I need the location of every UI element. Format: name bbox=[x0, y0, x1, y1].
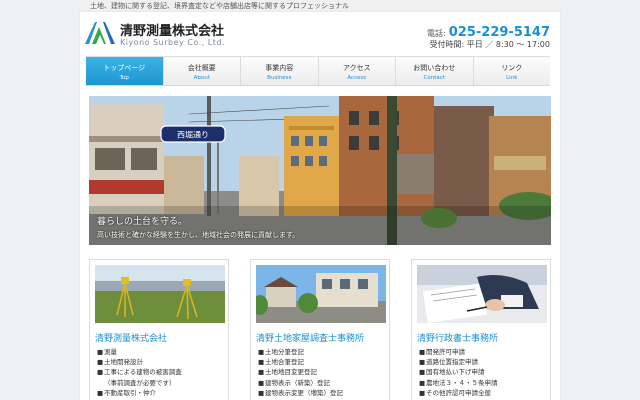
service-list: ■土地分筆登記 ■土地合筆登記 ■土地地目変更登記 ■建物表示（新築）登記 ■建… bbox=[258, 347, 343, 398]
nav-sublabel: Access bbox=[347, 75, 367, 81]
list-item: ■土地地目変更登記 bbox=[258, 368, 317, 377]
nav-sublabel: Top bbox=[119, 75, 129, 81]
nav-sublabel: About bbox=[193, 75, 210, 81]
list-item: ■工事による建物の被害調査 bbox=[97, 368, 182, 377]
company-logo-icon[interactable] bbox=[85, 22, 115, 44]
phone-block: 電話: 025-229-5147 bbox=[427, 21, 550, 40]
nav-item-business[interactable]: 事業内容 Business bbox=[240, 57, 318, 85]
nav-sublabel: Business bbox=[267, 75, 292, 81]
nav-item-about[interactable]: 会社概要 About bbox=[162, 57, 241, 85]
nav-label: アクセス bbox=[342, 64, 371, 72]
list-item: ■農地法３・４・５条申請 bbox=[419, 378, 498, 387]
list-item: （事前調査が必要です） bbox=[104, 378, 176, 387]
service-card-administrative[interactable]: 清野行政書士事務所 ■開発許可申請 ■道路位置指定申請 ■国有地払い下げ申請 ■… bbox=[411, 259, 551, 400]
service-cards: 清野測量株式会社 ■測量 ■土地開発設計 ■工事による建物の被害調査 （事前調査… bbox=[89, 259, 551, 400]
nav-item-access[interactable]: アクセス Access bbox=[317, 57, 396, 85]
list-item: ■測量 bbox=[97, 348, 117, 356]
hero-subtitle: 高い技術と確かな経験を生かし、地域社会の発展に貢献します。 bbox=[97, 231, 300, 239]
hero-banner: 西堀通り 暮らしの土台を守る。 高い技術と確かな経験を生かし、地域社会の発展に貢… bbox=[89, 96, 551, 245]
list-item: ■建物表示変更（増築）登記 bbox=[258, 388, 343, 397]
site-tagline: 土地、建物に関する登記、境界査定などや店舗出店等に関するプロフェッショナル bbox=[90, 2, 349, 10]
nav-label: トップページ bbox=[103, 64, 146, 72]
list-item: ■建物表示（新築）登記 bbox=[258, 378, 330, 387]
company-name[interactable]: 清野測量株式会社 bbox=[120, 20, 224, 39]
main-nav: トップページ Top 会社概要 About 事業内容 Business アクセス… bbox=[86, 56, 550, 86]
street-sign-text: 西堀通り bbox=[177, 130, 209, 140]
nav-item-top[interactable]: トップページ Top bbox=[86, 57, 163, 85]
card-title[interactable]: 清野土地家屋調査士事務所 bbox=[256, 331, 364, 344]
service-list: ■開発許可申請 ■道路位置指定申請 ■国有地払い下げ申請 ■農地法３・４・５条申… bbox=[419, 347, 498, 398]
list-item: ■開発許可申請 bbox=[419, 348, 465, 356]
nav-label: リンク bbox=[501, 64, 523, 72]
card-title[interactable]: 清野行政書士事務所 bbox=[417, 331, 498, 344]
business-hours: 受付時間: 平日 ／ 8:30 〜 17:00 bbox=[429, 40, 550, 49]
surveying-tripod-image bbox=[95, 265, 225, 323]
service-card-land-survey[interactable]: 清野土地家屋調査士事務所 ■土地分筆登記 ■土地合筆登記 ■土地地目変更登記 ■… bbox=[250, 259, 390, 400]
nav-label: 事業内容 bbox=[265, 64, 294, 72]
document-signing-image bbox=[417, 265, 547, 323]
hero-headline: 暮らしの土台を守る。 bbox=[97, 217, 188, 227]
nav-label: 会社概要 bbox=[187, 64, 216, 72]
phone-number[interactable]: 025-229-5147 bbox=[449, 25, 550, 40]
page-container: 清野測量株式会社 Kiyono Surbey Co., Ltd. 電話: 025-… bbox=[80, 12, 560, 400]
service-card-surveying[interactable]: 清野測量株式会社 ■測量 ■土地開発設計 ■工事による建物の被害調査 （事前調査… bbox=[89, 259, 229, 400]
nav-sublabel: Contact bbox=[423, 75, 445, 81]
phone-label: 電話: bbox=[427, 29, 446, 38]
list-item: ■その他許認可申請全般 bbox=[419, 388, 491, 397]
card-title[interactable]: 清野測量株式会社 bbox=[95, 331, 167, 344]
service-list: ■測量 ■土地開発設計 ■工事による建物の被害調査 （事前調査が必要です） ■不… bbox=[97, 347, 182, 398]
nav-item-link[interactable]: リンク Link bbox=[472, 57, 551, 85]
nav-item-contact[interactable]: お問い合わせ Contact bbox=[395, 57, 473, 85]
list-item: ■土地開発設計 bbox=[97, 358, 143, 367]
list-item: ■土地分筆登記 bbox=[258, 348, 304, 356]
company-name-en: Kiyono Surbey Co., Ltd. bbox=[120, 38, 226, 47]
list-item: ■国有地払い下げ申請 bbox=[419, 368, 485, 377]
list-item: ■土地合筆登記 bbox=[258, 358, 304, 367]
list-item: ■道路位置指定申請 bbox=[419, 358, 478, 367]
nav-label: お問い合わせ bbox=[413, 64, 456, 72]
list-item: ■不動産取引・仲介 bbox=[97, 388, 156, 397]
nav-sublabel: Link bbox=[506, 75, 518, 81]
houses-image bbox=[256, 265, 386, 323]
